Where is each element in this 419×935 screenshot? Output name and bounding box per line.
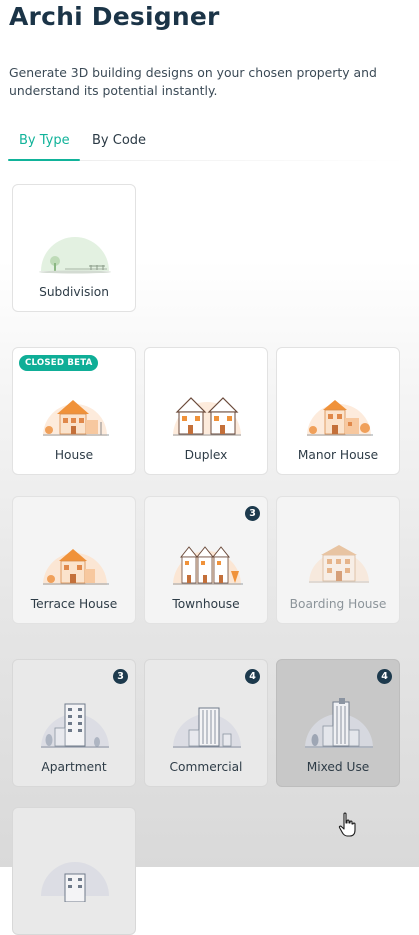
- option-count-badge: 4: [245, 669, 260, 684]
- card-label: Townhouse: [172, 597, 240, 611]
- card-duplex[interactable]: Duplex: [144, 347, 268, 475]
- card-partial[interactable]: [12, 807, 136, 935]
- tab-by-type[interactable]: By Type: [19, 126, 70, 160]
- subdivision-icon: [39, 237, 111, 274]
- type-tabs: By Type By Code: [8, 126, 408, 162]
- mixed-use-icon: [305, 698, 373, 748]
- duplex-icon: [173, 397, 241, 436]
- page-title: Archi Designer: [9, 2, 220, 31]
- card-commercial[interactable]: 4 Commercial: [144, 659, 268, 787]
- card-label: House: [54, 448, 94, 462]
- card-label: Apartment: [41, 760, 107, 774]
- card-label: Boarding House: [289, 597, 387, 611]
- apartment-icon: [41, 703, 109, 748]
- card-label: Subdivision: [39, 285, 109, 299]
- card-label: Manor House: [297, 448, 379, 462]
- card-manor-house[interactable]: Manor House: [276, 347, 400, 475]
- commercial-icon: [173, 707, 241, 748]
- tab-divider: [80, 160, 408, 161]
- card-mixed-use[interactable]: 4 Mixed Use: [276, 659, 400, 787]
- card-house[interactable]: CLOSED BETA House: [12, 347, 136, 475]
- card-label: Mixed Use: [306, 760, 370, 774]
- card-subdivision[interactable]: Subdivision: [12, 184, 136, 312]
- card-townhouse[interactable]: 3 Townhouse: [144, 496, 268, 624]
- option-count-badge: 3: [245, 506, 260, 521]
- manor-house-icon: [307, 400, 373, 436]
- card-label: Duplex: [184, 448, 228, 462]
- boarding-house-icon: [309, 545, 369, 583]
- card-label: Terrace House: [30, 597, 118, 611]
- page-subtitle: Generate 3D building designs on your cho…: [9, 65, 377, 98]
- option-count-badge: 3: [113, 669, 128, 684]
- tab-by-code[interactable]: By Code: [92, 126, 146, 160]
- card-apartment[interactable]: 3 Apartment: [12, 659, 136, 787]
- card-boarding-house[interactable]: Boarding House: [276, 496, 400, 624]
- terrace-house-icon: [43, 549, 109, 585]
- closed-beta-badge: CLOSED BETA: [19, 355, 99, 371]
- option-count-badge: 4: [377, 669, 392, 684]
- card-label: Commercial: [169, 760, 243, 774]
- house-icon: [43, 400, 109, 436]
- active-tab-indicator: [8, 159, 80, 161]
- townhouse-icon: [173, 546, 243, 585]
- hand-cursor-icon: [338, 812, 356, 837]
- card-terrace-house[interactable]: Terrace House: [12, 496, 136, 624]
- building-icon: [41, 862, 109, 902]
